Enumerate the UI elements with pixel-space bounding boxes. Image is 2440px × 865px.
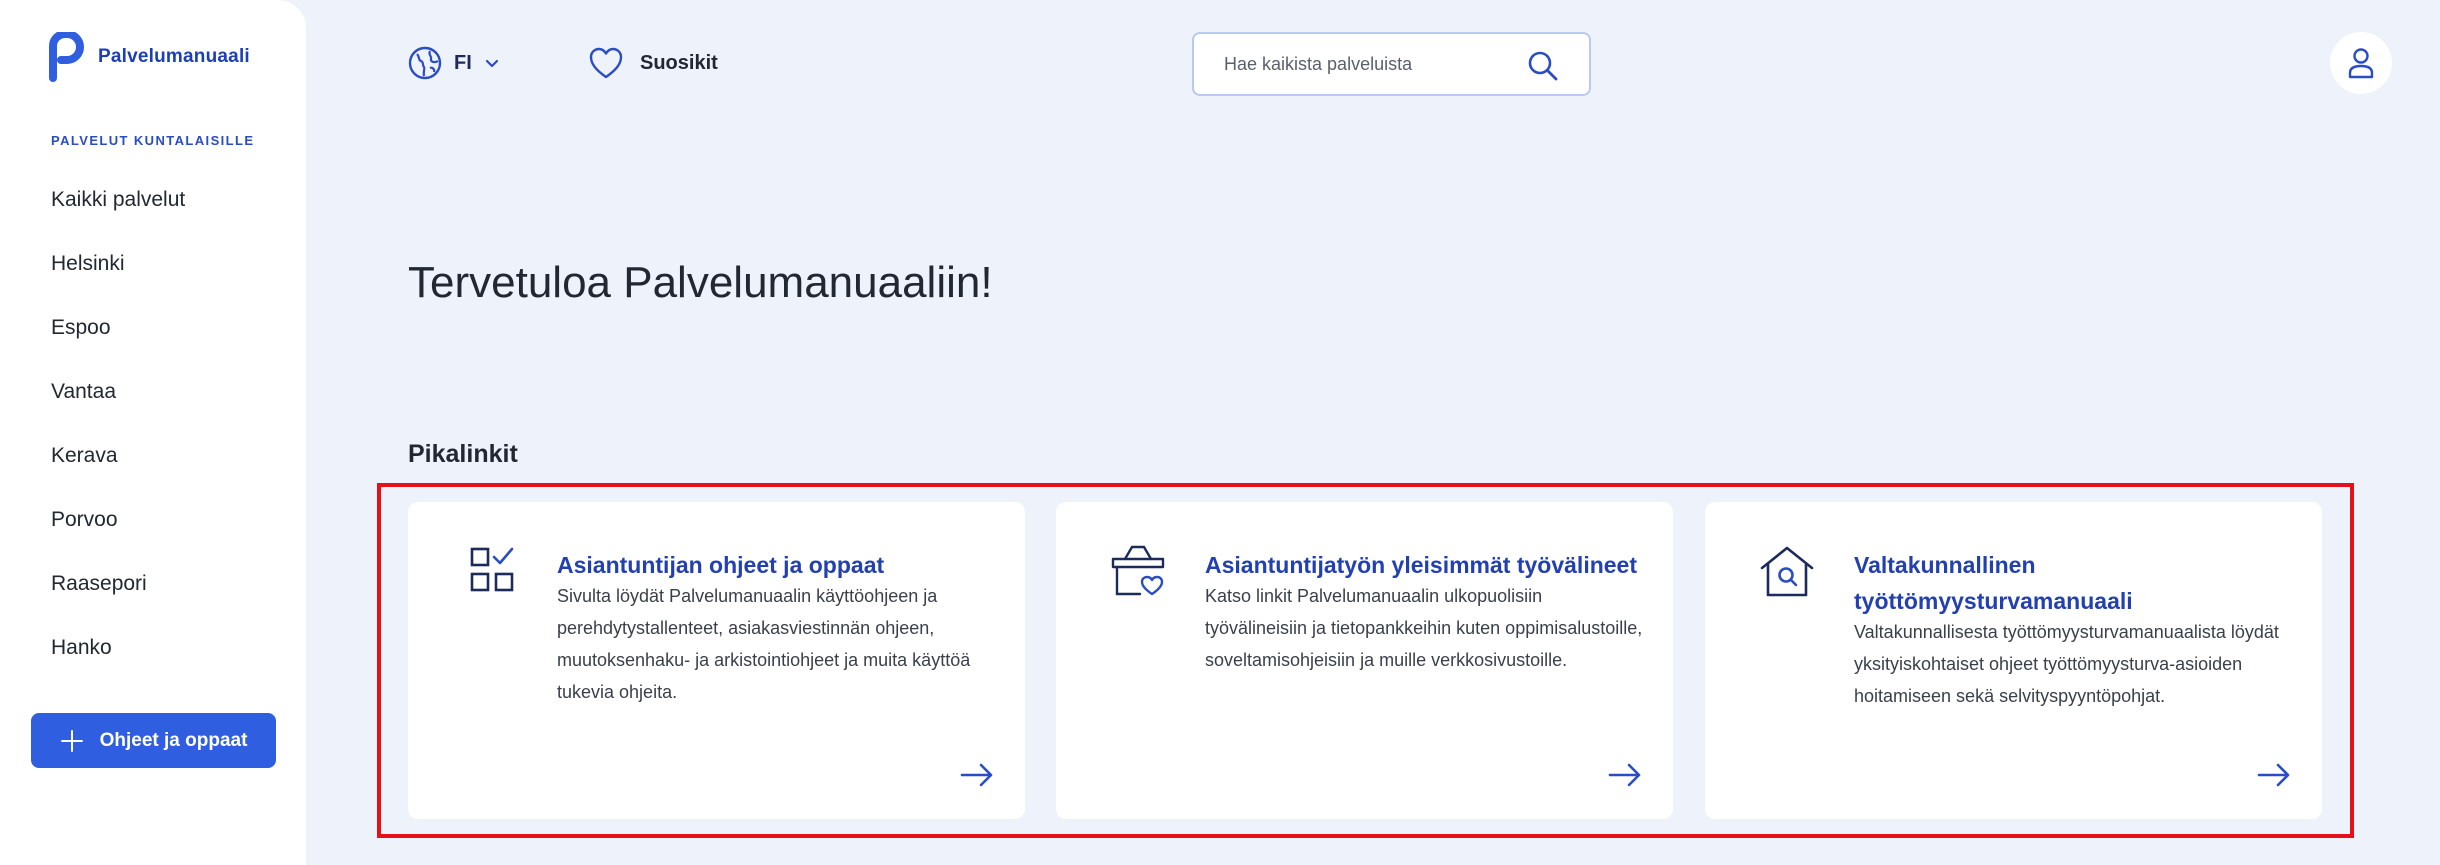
quicklinks-heading: Pikalinkit: [408, 440, 518, 468]
house-search-icon: [1760, 546, 1814, 597]
quicklink-card-tools[interactable]: Asiantuntijatyön yleisimmät työvälineet …: [1056, 502, 1673, 819]
favorites-label: Suosikit: [640, 51, 718, 74]
sidebar-item-label[interactable]: Porvoo: [51, 508, 118, 531]
sidebar-item-kaikki-palvelut[interactable]: Kaikki palvelut: [51, 182, 185, 246]
card-title[interactable]: Asiantuntijan ohjeet ja oppaat: [557, 547, 997, 583]
card-title[interactable]: Valtakunnallinen työttömyysturvamanuaali: [1854, 547, 2294, 619]
quicklink-card-guides[interactable]: Asiantuntijan ohjeet ja oppaat Sivulta l…: [408, 502, 1025, 819]
logo-text: Palvelumanuaali: [98, 46, 250, 67]
card-description: Valtakunnallisesta työttömyysturvamanuaa…: [1854, 622, 2279, 706]
card-title[interactable]: Asiantuntijatyön yleisimmät työvälineet: [1205, 547, 1645, 583]
user-icon: [2348, 48, 2374, 79]
checklist-grid-icon: [470, 547, 514, 592]
quicklink-card-unemployment-manual[interactable]: Valtakunnallinen työttömyysturvamanuaali…: [1705, 502, 2322, 819]
arrow-right-icon[interactable]: [959, 761, 995, 789]
sidebar-item-vantaa[interactable]: Vantaa: [51, 374, 185, 438]
search-box: [1192, 32, 1591, 96]
sidebar-item-label[interactable]: Espoo: [51, 316, 111, 339]
sidebar-item-label[interactable]: Kaikki palvelut: [51, 188, 185, 211]
basket-heart-icon: [1111, 545, 1165, 596]
sidebar-item-kerava[interactable]: Kerava: [51, 438, 185, 502]
chevron-down-icon: [485, 59, 498, 68]
globe-icon: [408, 46, 442, 80]
card-description: Katso linkit Palvelumanuaalin ulkopuolis…: [1205, 586, 1643, 670]
arrow-right-icon[interactable]: [1607, 761, 1643, 789]
sidebar-item-helsinki[interactable]: Helsinki: [51, 246, 185, 310]
sidebar-item-hanko[interactable]: Hanko: [51, 630, 185, 694]
sidebar-item-raasepori[interactable]: Raasepori: [51, 566, 185, 630]
sidebar-item-label[interactable]: Hanko: [51, 636, 112, 659]
language-code: FI: [454, 51, 472, 74]
logo[interactable]: Palvelumanuaali: [46, 32, 250, 82]
sidebar-item-label[interactable]: Helsinki: [51, 252, 125, 275]
sidebar-item-label[interactable]: Kerava: [51, 444, 118, 467]
language-selector[interactable]: FI: [408, 46, 500, 80]
page-title: Tervetuloa Palvelumanuaaliin!: [408, 258, 993, 307]
logo-icon: [49, 32, 84, 82]
sidebar-section-label: PALVELUT KUNTALAISILLE: [51, 133, 255, 148]
sidebar: Palvelumanuaali PALVELUT KUNTALAISILLE K…: [0, 0, 306, 865]
sidebar-item-label[interactable]: Raasepori: [51, 572, 147, 595]
arrow-right-icon[interactable]: [2256, 761, 2292, 789]
favorites-link[interactable]: Suosikit: [588, 46, 718, 80]
sidebar-item-label[interactable]: Vantaa: [51, 380, 116, 403]
plus-icon: [60, 729, 83, 752]
search-input[interactable]: [1224, 53, 1514, 75]
heart-icon: [589, 47, 623, 79]
sidebar-nav: Kaikki palvelut Helsinki Espoo Vantaa Ke…: [51, 182, 185, 694]
sidebar-item-porvoo[interactable]: Porvoo: [51, 502, 185, 566]
card-description: Sivulta löydät Palvelumanuaalin käyttöoh…: [557, 586, 971, 702]
search-icon[interactable]: [1527, 50, 1559, 82]
sidebar-item-espoo[interactable]: Espoo: [51, 310, 185, 374]
guides-button-label: Ohjeet ja oppaat: [99, 729, 248, 751]
user-account-button[interactable]: [2330, 32, 2392, 94]
guides-button[interactable]: Ohjeet ja oppaat: [31, 713, 276, 768]
